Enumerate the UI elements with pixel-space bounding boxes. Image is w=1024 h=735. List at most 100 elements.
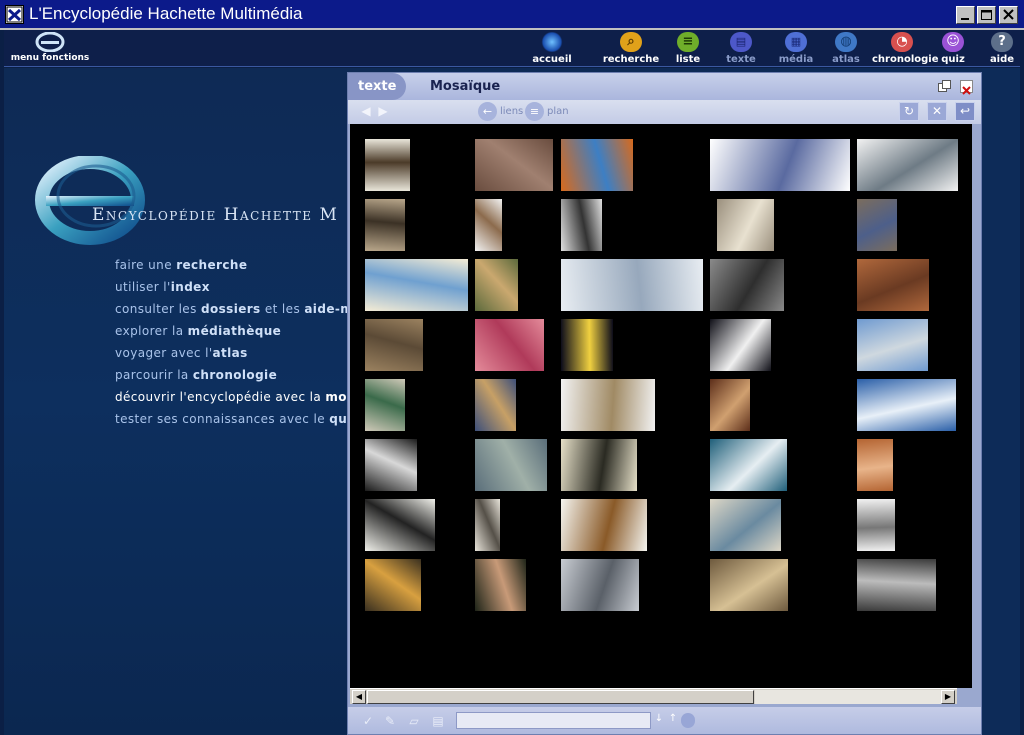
- home-menu-item[interactable]: explorer la médiathèque: [115, 324, 376, 346]
- home-menu-item[interactable]: parcourir la chronologie: [115, 368, 376, 390]
- right-edge-panel: [982, 68, 1020, 735]
- mosaic-thumbnail-figure-drawing[interactable]: [561, 199, 602, 251]
- toolbar-texte[interactable]: ▤ texte: [711, 32, 771, 65]
- mosaic-thumbnail-moose[interactable]: [365, 139, 410, 191]
- mosaic-thumbnail-renaissance-couple[interactable]: [475, 559, 526, 611]
- menu-fonctions-button[interactable]: menu fonctions: [10, 32, 90, 66]
- mosaic-thumbnail-map-roman-empire[interactable]: [561, 139, 633, 191]
- mosaic-thumbnail-assembly-painting[interactable]: [710, 559, 788, 611]
- window-title-bar: L'Encyclopédie Hachette Multimédia: [0, 0, 1024, 30]
- mosaic-thumbnail-white-city[interactable]: [710, 499, 781, 551]
- cancel-icon[interactable]: ✕: [927, 102, 947, 121]
- menu-item-text: voyager avec l': [115, 346, 213, 360]
- check-icon[interactable]: ✓: [360, 713, 376, 729]
- menu-item-text: et les: [260, 302, 305, 316]
- mosaic-thumbnail-lace-pattern[interactable]: [857, 499, 895, 551]
- mosaic-thumbnail-painting-figures[interactable]: [475, 139, 553, 191]
- mosaic-thumbnail-byzantine-mosaic[interactable]: [857, 259, 929, 311]
- mosaic-thumbnail-thermometer[interactable]: [475, 199, 502, 251]
- list-icon: ≡: [525, 102, 544, 121]
- toolbar-atlas[interactable]: ◍ atlas: [816, 32, 876, 65]
- scroll-left-icon[interactable]: ◀: [352, 690, 366, 704]
- home-menu-item[interactable]: tester ses connaissances avec le quiz: [115, 412, 376, 434]
- toolbar-recherche[interactable]: ⌕ recherche: [601, 32, 661, 65]
- app-icon[interactable]: [5, 5, 24, 24]
- mosaic-thumbnail-woman-in-hat[interactable]: [857, 439, 893, 491]
- arrow-up-icon[interactable]: ↑: [667, 713, 679, 727]
- refresh-icon[interactable]: ↻: [899, 102, 919, 121]
- toolbar-label: liste: [675, 54, 701, 65]
- mosaic-thumbnail-street-building[interactable]: [561, 559, 639, 611]
- pen-icon[interactable]: ✎: [382, 713, 398, 729]
- mosaic-thumbnail-old-man-portrait[interactable]: [475, 259, 518, 311]
- menu-item-text: explorer la: [115, 324, 188, 338]
- close-button[interactable]: [999, 6, 1018, 24]
- toolbar-liste[interactable]: ≡ liste: [658, 32, 718, 65]
- scrollbar-thumb[interactable]: [367, 690, 754, 704]
- mosaic-thumbnail-city-river[interactable]: [857, 319, 928, 371]
- tab-texte[interactable]: texte: [348, 73, 406, 100]
- menu-item-keyword: index: [170, 280, 210, 294]
- mosaic-thumbnail-diagram[interactable]: [710, 139, 850, 191]
- mosaic-thumbnail-island-waves[interactable]: [710, 439, 787, 491]
- scrollbar-track[interactable]: [755, 690, 941, 704]
- restore-window-icon[interactable]: [938, 80, 951, 93]
- mosaic-thumbnail-manuscript[interactable]: [475, 499, 500, 551]
- toolbar-accueil[interactable]: accueil: [522, 32, 582, 65]
- list-icon[interactable]: [681, 713, 695, 728]
- minimize-button[interactable]: [956, 6, 975, 24]
- mosaic-thumbnail-vintage-car[interactable]: [561, 259, 703, 311]
- mosaic-thumbnail-family-tree[interactable]: [365, 259, 468, 311]
- home-menu-item[interactable]: voyager avec l'atlas: [115, 346, 376, 368]
- menu-item-text: utiliser l': [115, 280, 171, 294]
- maximize-button[interactable]: [977, 6, 996, 24]
- next-arrow-icon[interactable]: ▶: [375, 103, 391, 119]
- return-icon[interactable]: ↩: [955, 102, 975, 121]
- mosaic-thumbnail-aerial-harbour[interactable]: [475, 439, 547, 491]
- home-menu-item[interactable]: consulter les dossiers et les aide-mém: [115, 302, 376, 324]
- liens-button[interactable]: ← liens: [478, 102, 523, 121]
- eraser-icon[interactable]: ▱: [406, 713, 422, 729]
- home-menu-item[interactable]: utiliser l'index: [115, 280, 376, 302]
- mosaic-thumbnail-singer-bw[interactable]: [365, 439, 417, 491]
- mosaic-thumbnail-galaxy[interactable]: [561, 319, 613, 371]
- mosaic-thumbnail-astronaut[interactable]: [710, 319, 771, 371]
- scroll-right-icon[interactable]: ▶: [941, 690, 955, 704]
- toolbar-aide[interactable]: ? aide: [972, 32, 1024, 65]
- note-icon[interactable]: ▤: [430, 713, 446, 729]
- mosaic-thumbnail-waterfalls[interactable]: [857, 379, 956, 431]
- mosaic-thumbnail-crowd-hall[interactable]: [857, 559, 936, 611]
- mosaic-thumbnail-tissue-micro[interactable]: [475, 319, 544, 371]
- mosaic-thumbnail-baroque-portrait[interactable]: [710, 379, 750, 431]
- mosaic-thumbnail-theatre-stage[interactable]: [710, 259, 784, 311]
- close-window-icon[interactable]: [960, 80, 973, 95]
- toolbar-label: texte: [726, 54, 756, 65]
- mosaic-thumbnail-chimpanzees[interactable]: [561, 439, 637, 491]
- plan-button[interactable]: ≡ plan: [525, 102, 569, 121]
- home-sparkle-icon: [541, 32, 563, 52]
- prev-arrow-icon[interactable]: ◀: [358, 103, 374, 119]
- annotation-input[interactable]: [456, 712, 651, 729]
- home-menu-item[interactable]: faire une recherche: [115, 258, 376, 280]
- text-icon: ▤: [730, 32, 752, 52]
- menu-item-keyword: chronologie: [192, 368, 278, 382]
- mosaic-thumbnail-german-shepherd[interactable]: [561, 499, 647, 551]
- mosaic-thumbnail-relief-sculpture[interactable]: [717, 199, 774, 251]
- arrow-down-icon[interactable]: ↓: [653, 713, 665, 727]
- mosaic-thumbnail-leopard[interactable]: [365, 559, 421, 611]
- mosaic-thumbnail-clay-tablet[interactable]: [365, 319, 423, 371]
- mosaic-thumbnail-river-town[interactable]: [475, 379, 516, 431]
- mosaic-thumbnail-bust-statue[interactable]: [365, 199, 405, 251]
- mosaic-thumbnail-shark[interactable]: [857, 139, 958, 191]
- mosaic-thumbnail-aztec-temple-model[interactable]: [561, 379, 655, 431]
- mosaic-thumbnail-newspaper-loeuvre[interactable]: [365, 499, 435, 551]
- mosaic-thumbnail-mineral[interactable]: [857, 199, 897, 251]
- mosaic-thumbnail-art-deco-woman[interactable]: [365, 379, 405, 431]
- vertical-scroll-area: [972, 124, 981, 688]
- mosaic-window-header: texte Mosaïque: [348, 73, 981, 100]
- home-menu-item[interactable]: découvrir l'encyclopédie avec la mosaïq: [115, 390, 376, 412]
- horizontal-scrollbar[interactable]: ◀ ▶: [350, 688, 957, 704]
- toolbar-label: recherche: [602, 54, 660, 65]
- smiley-icon: ☺: [942, 32, 964, 52]
- globe-icon: ◍: [835, 32, 857, 52]
